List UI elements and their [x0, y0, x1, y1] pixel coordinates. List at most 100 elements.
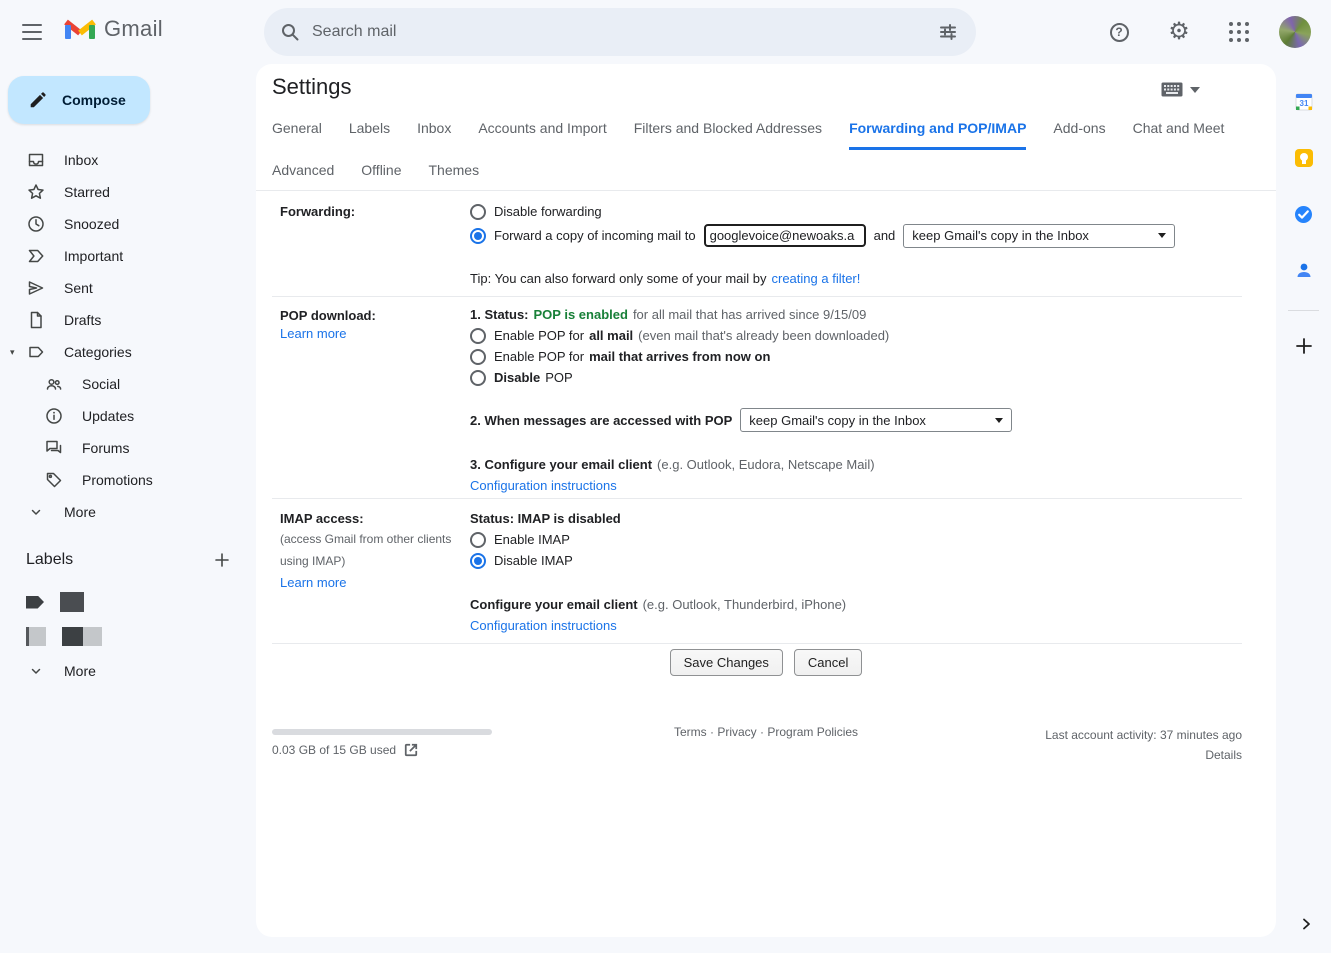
activity-details-link[interactable]: Details [1205, 748, 1242, 762]
sidebar-item-categories[interactable]: ▾ Categories [0, 336, 248, 368]
tab-inbox[interactable]: Inbox [417, 120, 451, 150]
compose-button[interactable]: Compose [8, 76, 150, 124]
tab-advanced[interactable]: Advanced [272, 162, 334, 189]
help-button[interactable]: ? [1099, 12, 1139, 52]
pop-configuration-instructions-link[interactable]: Configuration instructions [470, 478, 617, 493]
imap-section-label: IMAP access: (access Gmail from other cl… [280, 511, 462, 593]
sidebar-item-important[interactable]: Important [0, 240, 248, 272]
keep-panel-button[interactable] [1284, 138, 1324, 178]
send-icon [26, 278, 46, 298]
sidebar-item-label: More [64, 504, 96, 520]
creating-a-filter-link[interactable]: creating a filter! [772, 271, 861, 286]
label-row-redacted[interactable] [26, 592, 84, 612]
pop-step3-rest: (e.g. Outlook, Eudora, Netscape Mail) [657, 457, 875, 472]
important-marker-icon [26, 246, 46, 266]
add-label-icon[interactable] [212, 550, 232, 570]
settings-button[interactable]: ⚙ [1159, 12, 1199, 52]
tab-general[interactable]: General [272, 120, 322, 150]
hide-side-panel-button[interactable] [1294, 912, 1318, 936]
tab-chat-and-meet[interactable]: Chat and Meet [1133, 120, 1225, 150]
sidebar-item-drafts[interactable]: Drafts [0, 304, 248, 336]
open-in-new-icon[interactable] [404, 743, 418, 757]
svg-text:31: 31 [1299, 99, 1308, 108]
sidebar-item-inbox[interactable]: Inbox [0, 144, 248, 176]
radio-disable-imap[interactable] [470, 553, 486, 569]
footer-separator: · [760, 725, 764, 739]
tab-themes[interactable]: Themes [429, 162, 480, 189]
sidebar-item-forums[interactable]: Forums [0, 432, 248, 464]
sidebar-item-more[interactable]: More [0, 496, 248, 528]
calendar-icon: 31 [1295, 93, 1313, 111]
sidebar-item-label: Sent [64, 280, 93, 296]
pop-learn-more-link[interactable]: Learn more [280, 326, 346, 341]
radio-enable-pop-all-mail[interactable] [470, 328, 486, 344]
radio-enable-imap[interactable] [470, 532, 486, 548]
sidebar-item-sent[interactable]: Sent [0, 272, 248, 304]
imap-section: Status: IMAP is disabled Enable IMAP Dis… [470, 508, 1250, 636]
account-avatar[interactable] [1279, 16, 1311, 48]
left-sidebar: Compose Inbox Starred Snoozed Important … [0, 64, 256, 953]
collapse-arrow-icon[interactable]: ▾ [10, 347, 15, 358]
sidebar-item-updates[interactable]: Updates [0, 400, 248, 432]
sidebar-item-promotions[interactable]: Promotions [0, 464, 248, 496]
inbox-icon [26, 150, 46, 170]
keep-icon [1295, 149, 1313, 167]
clock-icon [26, 214, 46, 234]
option-label: Enable IMAP [494, 532, 570, 547]
sidebar-item-label: Social [82, 376, 120, 392]
tab-add-ons[interactable]: Add-ons [1053, 120, 1105, 150]
tab-accounts-and-import[interactable]: Accounts and Import [478, 120, 606, 150]
forward-address-select[interactable]: googlevoice@newoaks.a [704, 224, 866, 247]
side-panel: 31 [1276, 64, 1331, 953]
main-menu-icon[interactable] [22, 24, 42, 40]
sidebar-item-label: Inbox [64, 152, 98, 168]
search-input[interactable] [312, 23, 928, 41]
pop-status-value: POP is enabled [534, 307, 628, 322]
radio-disable-forwarding[interactable] [470, 204, 486, 220]
get-add-ons-button[interactable] [1284, 326, 1324, 366]
sidebar-item-label: Important [64, 248, 123, 264]
divider [272, 296, 1242, 297]
tab-filters-and-blocked-addresses[interactable]: Filters and Blocked Addresses [634, 120, 822, 150]
settings-tabs-row1: General Labels Inbox Accounts and Import… [272, 120, 1224, 150]
program-policies-link[interactable]: Program Policies [767, 725, 858, 739]
label-row-redacted[interactable] [26, 627, 102, 646]
chevron-down-icon [26, 661, 46, 681]
people-icon [44, 374, 64, 394]
imap-configuration-instructions-link[interactable]: Configuration instructions [470, 618, 617, 633]
imap-status: Status: IMAP is disabled [470, 511, 621, 526]
sidebar-item-label: Snoozed [64, 216, 119, 232]
chevron-down-icon [1190, 87, 1200, 93]
calendar-panel-button[interactable]: 31 [1284, 82, 1324, 122]
tasks-icon [1294, 205, 1313, 224]
tab-offline[interactable]: Offline [361, 162, 401, 189]
save-changes-button[interactable]: Save Changes [670, 649, 783, 676]
imap-learn-more-link[interactable]: Learn more [280, 575, 346, 590]
privacy-link[interactable]: Privacy [717, 725, 756, 739]
google-apps-button[interactable] [1219, 12, 1259, 52]
search-bar[interactable] [264, 8, 976, 56]
sidebar-item-social[interactable]: Social [0, 368, 248, 400]
sidebar-labels-more[interactable]: More [0, 655, 248, 687]
radio-disable-pop[interactable] [470, 370, 486, 386]
pop-action-select[interactable]: keep Gmail's copy in the Inbox [740, 408, 1012, 432]
search-options-button[interactable] [928, 12, 968, 52]
sidebar-item-snoozed[interactable]: Snoozed [0, 208, 248, 240]
tasks-panel-button[interactable] [1284, 194, 1324, 234]
tab-labels[interactable]: Labels [349, 120, 390, 150]
input-tools-button[interactable] [1161, 82, 1200, 97]
forwarding-section-label: Forwarding: [280, 204, 462, 219]
tab-forwarding-and-pop-imap[interactable]: Forwarding and POP/IMAP [849, 120, 1026, 150]
radio-forward-copy[interactable] [470, 228, 486, 244]
sidebar-item-starred[interactable]: Starred [0, 176, 248, 208]
cancel-button[interactable]: Cancel [794, 649, 862, 676]
last-activity-text: Last account activity: 37 minutes ago [1045, 728, 1242, 742]
radio-enable-pop-from-now-on[interactable] [470, 349, 486, 365]
terms-link[interactable]: Terms [674, 725, 707, 739]
option-label-bold: Disable [494, 370, 540, 385]
contacts-panel-button[interactable] [1284, 250, 1324, 290]
chevron-down-icon [26, 502, 46, 522]
forward-action-select[interactable]: keep Gmail's copy in the Inbox [903, 224, 1175, 248]
page-title: Settings [272, 74, 352, 100]
imap-configure-rest: (e.g. Outlook, Thunderbird, iPhone) [643, 597, 847, 612]
